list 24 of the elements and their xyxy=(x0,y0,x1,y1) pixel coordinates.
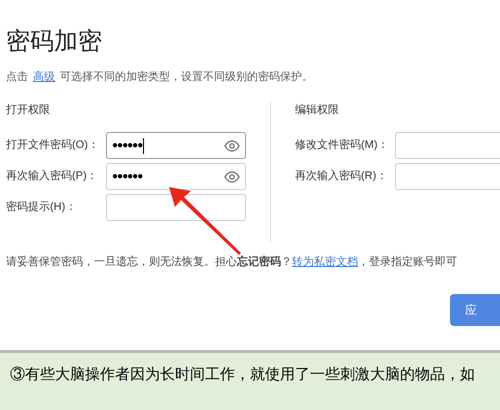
advanced-link[interactable]: 高级 xyxy=(33,69,55,86)
section-title: 编辑权限 xyxy=(295,102,340,118)
input-field[interactable]: ●●●●●● xyxy=(106,163,246,190)
input-field[interactable] xyxy=(395,163,500,190)
caption-text: ③有些大脑操作者因为长时间工作，就使用了一些刺激大脑的物品，如 xyxy=(10,366,475,383)
eye-icon[interactable] xyxy=(224,170,240,182)
eye-icon[interactable] xyxy=(224,140,240,152)
field-label: 再次输入密码(P)： xyxy=(6,168,99,184)
input-field[interactable] xyxy=(395,132,500,159)
field-label: 密码提示(H)： xyxy=(6,200,78,216)
field-label: 打开文件密码(O)： xyxy=(6,138,100,154)
notice-text: 请妥善保管密码，一旦遗忘，则无法恢复。担心忘记密码？ xyxy=(6,254,292,270)
field-label: 再次输入密码(R)： xyxy=(295,168,388,184)
section-title: 打开权限 xyxy=(6,102,51,118)
input-field[interactable]: ●●●●●● xyxy=(106,132,246,159)
apply-button[interactable]: 应 xyxy=(450,294,500,326)
private-doc-link[interactable]: 转为私密文档 xyxy=(292,254,358,270)
hint-text: 点击 xyxy=(6,70,28,85)
dialog-title: 密码加密 xyxy=(5,27,103,57)
notice-text: ，登录指定账号即可 xyxy=(358,254,457,270)
password-value: ●●●●●● xyxy=(112,170,142,184)
hint-text: 可选择不同的加密类型，设置不同级别的密码保护。 xyxy=(60,70,313,85)
field-label: 修改文件密码(M)： xyxy=(295,138,390,154)
password-value: ●●●●●● xyxy=(112,139,142,153)
